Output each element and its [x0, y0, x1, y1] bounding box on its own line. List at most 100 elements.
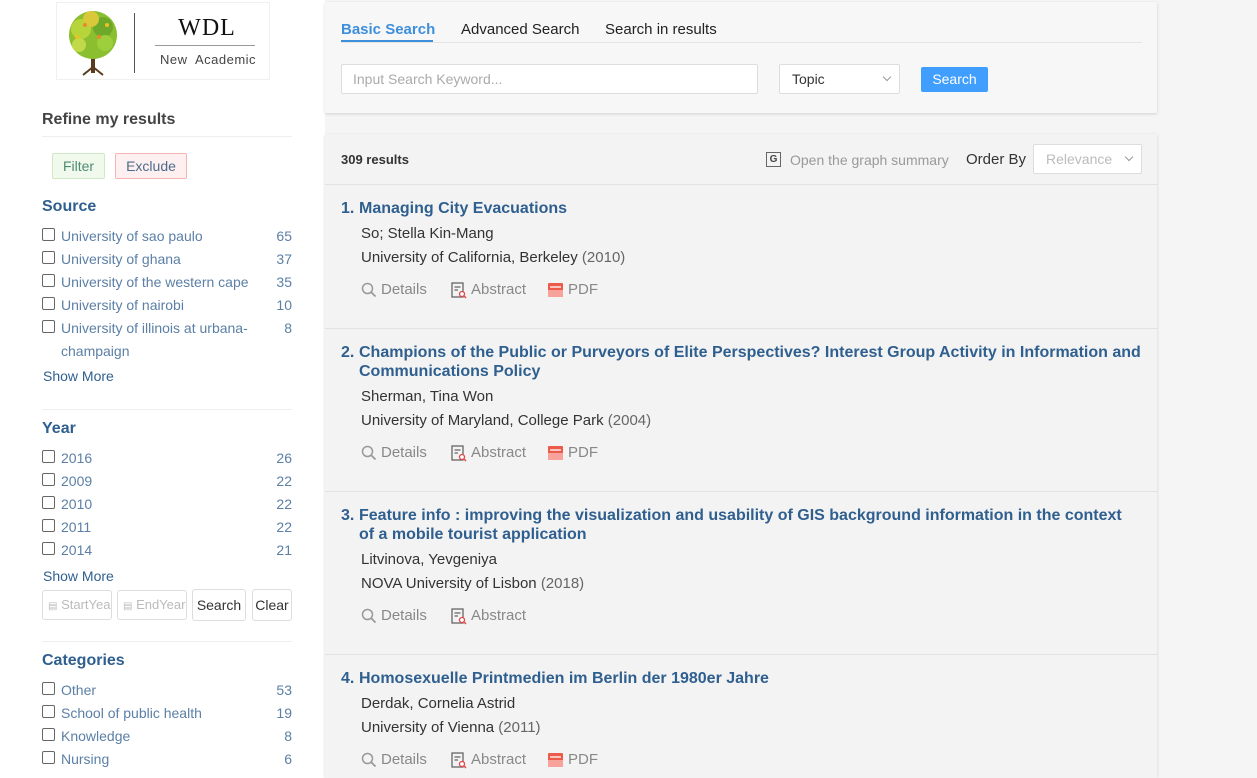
results-header: 309 results G Open the graph summary Ord…	[325, 134, 1157, 185]
year-search-button[interactable]: Search	[192, 589, 246, 621]
facet-label[interactable]: University of nairobi	[61, 294, 261, 317]
facet-label[interactable]: University of the western cape	[61, 271, 261, 294]
result-title[interactable]: 3. Feature info : improving the visualiz…	[341, 506, 1141, 544]
checkbox[interactable]	[42, 473, 55, 486]
checkbox[interactable]	[42, 274, 55, 287]
pdf-label: PDF	[568, 751, 598, 768]
result-title-text[interactable]: Managing City Evacuations	[341, 199, 1141, 218]
result-authors: Derdak, Cornelia Astrid	[361, 695, 516, 712]
abstract-link[interactable]: Abstract	[451, 607, 526, 625]
result-title-text[interactable]: Homosexuelle Printmedien im Berlin der 1…	[341, 669, 1141, 688]
details-link[interactable]: Details	[361, 281, 427, 298]
checkbox[interactable]	[42, 320, 55, 333]
result-number: 4.	[341, 670, 355, 687]
details-link[interactable]: Details	[361, 444, 427, 461]
tree-logo-icon	[69, 11, 117, 76]
details-link[interactable]: Details	[361, 751, 427, 768]
checkbox[interactable]	[42, 496, 55, 509]
facet-label[interactable]: University of ghana	[61, 248, 261, 271]
facet-count: 10	[276, 297, 292, 313]
abstract-link[interactable]: Abstract	[451, 281, 526, 299]
pdf-icon	[548, 283, 563, 298]
result-title-text[interactable]: Champions of the Public or Purveyors of …	[341, 343, 1141, 381]
abstract-label: Abstract	[471, 444, 527, 461]
result-institution: University of California, Berkeley	[361, 249, 578, 266]
end-year-input[interactable]: ▤ EndYear	[117, 590, 187, 620]
sidebar: WDL New Academic Refine my results Filte…	[0, 0, 325, 778]
graph-summary-link[interactable]: Open the graph summary	[790, 152, 949, 168]
abstract-doc-icon	[451, 444, 467, 462]
field-select-value: Topic	[792, 71, 825, 87]
facet-count: 65	[276, 228, 292, 244]
result-item: 1. Managing City Evacuations So; Stella …	[325, 185, 1157, 329]
divider	[42, 136, 292, 137]
checkbox[interactable]	[42, 705, 55, 718]
result-year: (2004)	[607, 412, 652, 429]
tab-advanced-search[interactable]: Advanced Search	[461, 21, 579, 38]
abstract-link[interactable]: Abstract	[451, 444, 526, 462]
result-title[interactable]: 2. Champions of the Public or Purveyors …	[341, 343, 1141, 381]
search-icon	[361, 445, 377, 461]
details-link[interactable]: Details	[361, 607, 427, 624]
facet-label[interactable]: School of public health	[61, 702, 261, 725]
checkbox[interactable]	[42, 450, 55, 463]
graph-summary-icon[interactable]: G	[766, 152, 781, 167]
facet-label[interactable]: Knowledge	[61, 725, 261, 748]
checkbox[interactable]	[42, 728, 55, 741]
abstract-link[interactable]: Abstract	[451, 751, 526, 769]
active-tab-indicator	[341, 40, 433, 42]
pdf-link[interactable]: PDF	[547, 751, 598, 768]
refine-title: Refine my results	[42, 111, 176, 128]
result-authors: So; Stella Kin-Mang	[361, 225, 494, 242]
facet-label[interactable]: 2010	[61, 493, 261, 516]
year-clear-button[interactable]: Clear	[252, 589, 292, 621]
details-label: Details	[381, 281, 427, 298]
show-more-source[interactable]: Show More	[43, 368, 114, 384]
site-logo[interactable]: WDL New Academic	[56, 2, 270, 80]
facet-label[interactable]: Nursing	[61, 748, 261, 771]
result-source: University of California, Berkeley (2010…	[361, 249, 625, 266]
abstract-doc-icon	[451, 607, 467, 625]
divider	[42, 409, 292, 410]
tab-basic-search[interactable]: Basic Search	[341, 21, 435, 38]
facet-label[interactable]: 2011	[61, 516, 261, 539]
checkbox[interactable]	[42, 297, 55, 310]
facet-title-source: Source	[42, 198, 97, 215]
checkbox[interactable]	[42, 542, 55, 555]
details-label: Details	[381, 444, 427, 461]
facet-label[interactable]: 2016	[61, 447, 261, 470]
exclude-button[interactable]: Exclude	[115, 153, 187, 179]
facet-label[interactable]: University of sao paulo	[61, 225, 261, 248]
facet-count: 8	[284, 320, 292, 336]
checkbox[interactable]	[42, 682, 55, 695]
result-title[interactable]: 1. Managing City Evacuations	[341, 199, 1141, 218]
facet-label[interactable]: 2014	[61, 539, 261, 562]
field-select[interactable]: Topic	[779, 64, 900, 94]
facet-label[interactable]: 2009	[61, 470, 261, 493]
checkbox[interactable]	[42, 751, 55, 764]
end-year-placeholder: EndYear	[136, 597, 186, 612]
search-button[interactable]: Search	[921, 67, 988, 92]
abstract-doc-icon	[451, 751, 467, 769]
start-year-input[interactable]: ▤ StartYear	[42, 590, 112, 620]
results-panel: 309 results G Open the graph summary Ord…	[325, 134, 1157, 778]
facet-count: 26	[276, 450, 292, 466]
calendar-icon: ▤	[48, 601, 58, 612]
search-input[interactable]: Input Search Keyword...	[341, 64, 758, 94]
checkbox[interactable]	[42, 519, 55, 532]
chevron-down-icon	[882, 72, 892, 82]
show-more-year[interactable]: Show More	[43, 568, 114, 584]
result-title[interactable]: 4. Homosexuelle Printmedien im Berlin de…	[341, 669, 1141, 688]
pdf-link[interactable]: PDF	[547, 281, 598, 298]
filter-button[interactable]: Filter	[52, 153, 105, 179]
facet-label[interactable]: Other	[61, 679, 261, 702]
facet-label[interactable]: University of illinois at urbana-champai…	[61, 317, 261, 363]
result-title-text[interactable]: Feature info : improving the visualizati…	[341, 506, 1141, 544]
checkbox[interactable]	[42, 228, 55, 241]
pdf-link[interactable]: PDF	[547, 444, 598, 461]
divider	[42, 641, 292, 642]
checkbox[interactable]	[42, 251, 55, 264]
order-by-select[interactable]: Relevance	[1033, 144, 1142, 174]
result-authors: Sherman, Tina Won	[361, 388, 494, 405]
tab-search-in-results[interactable]: Search in results	[605, 21, 717, 38]
